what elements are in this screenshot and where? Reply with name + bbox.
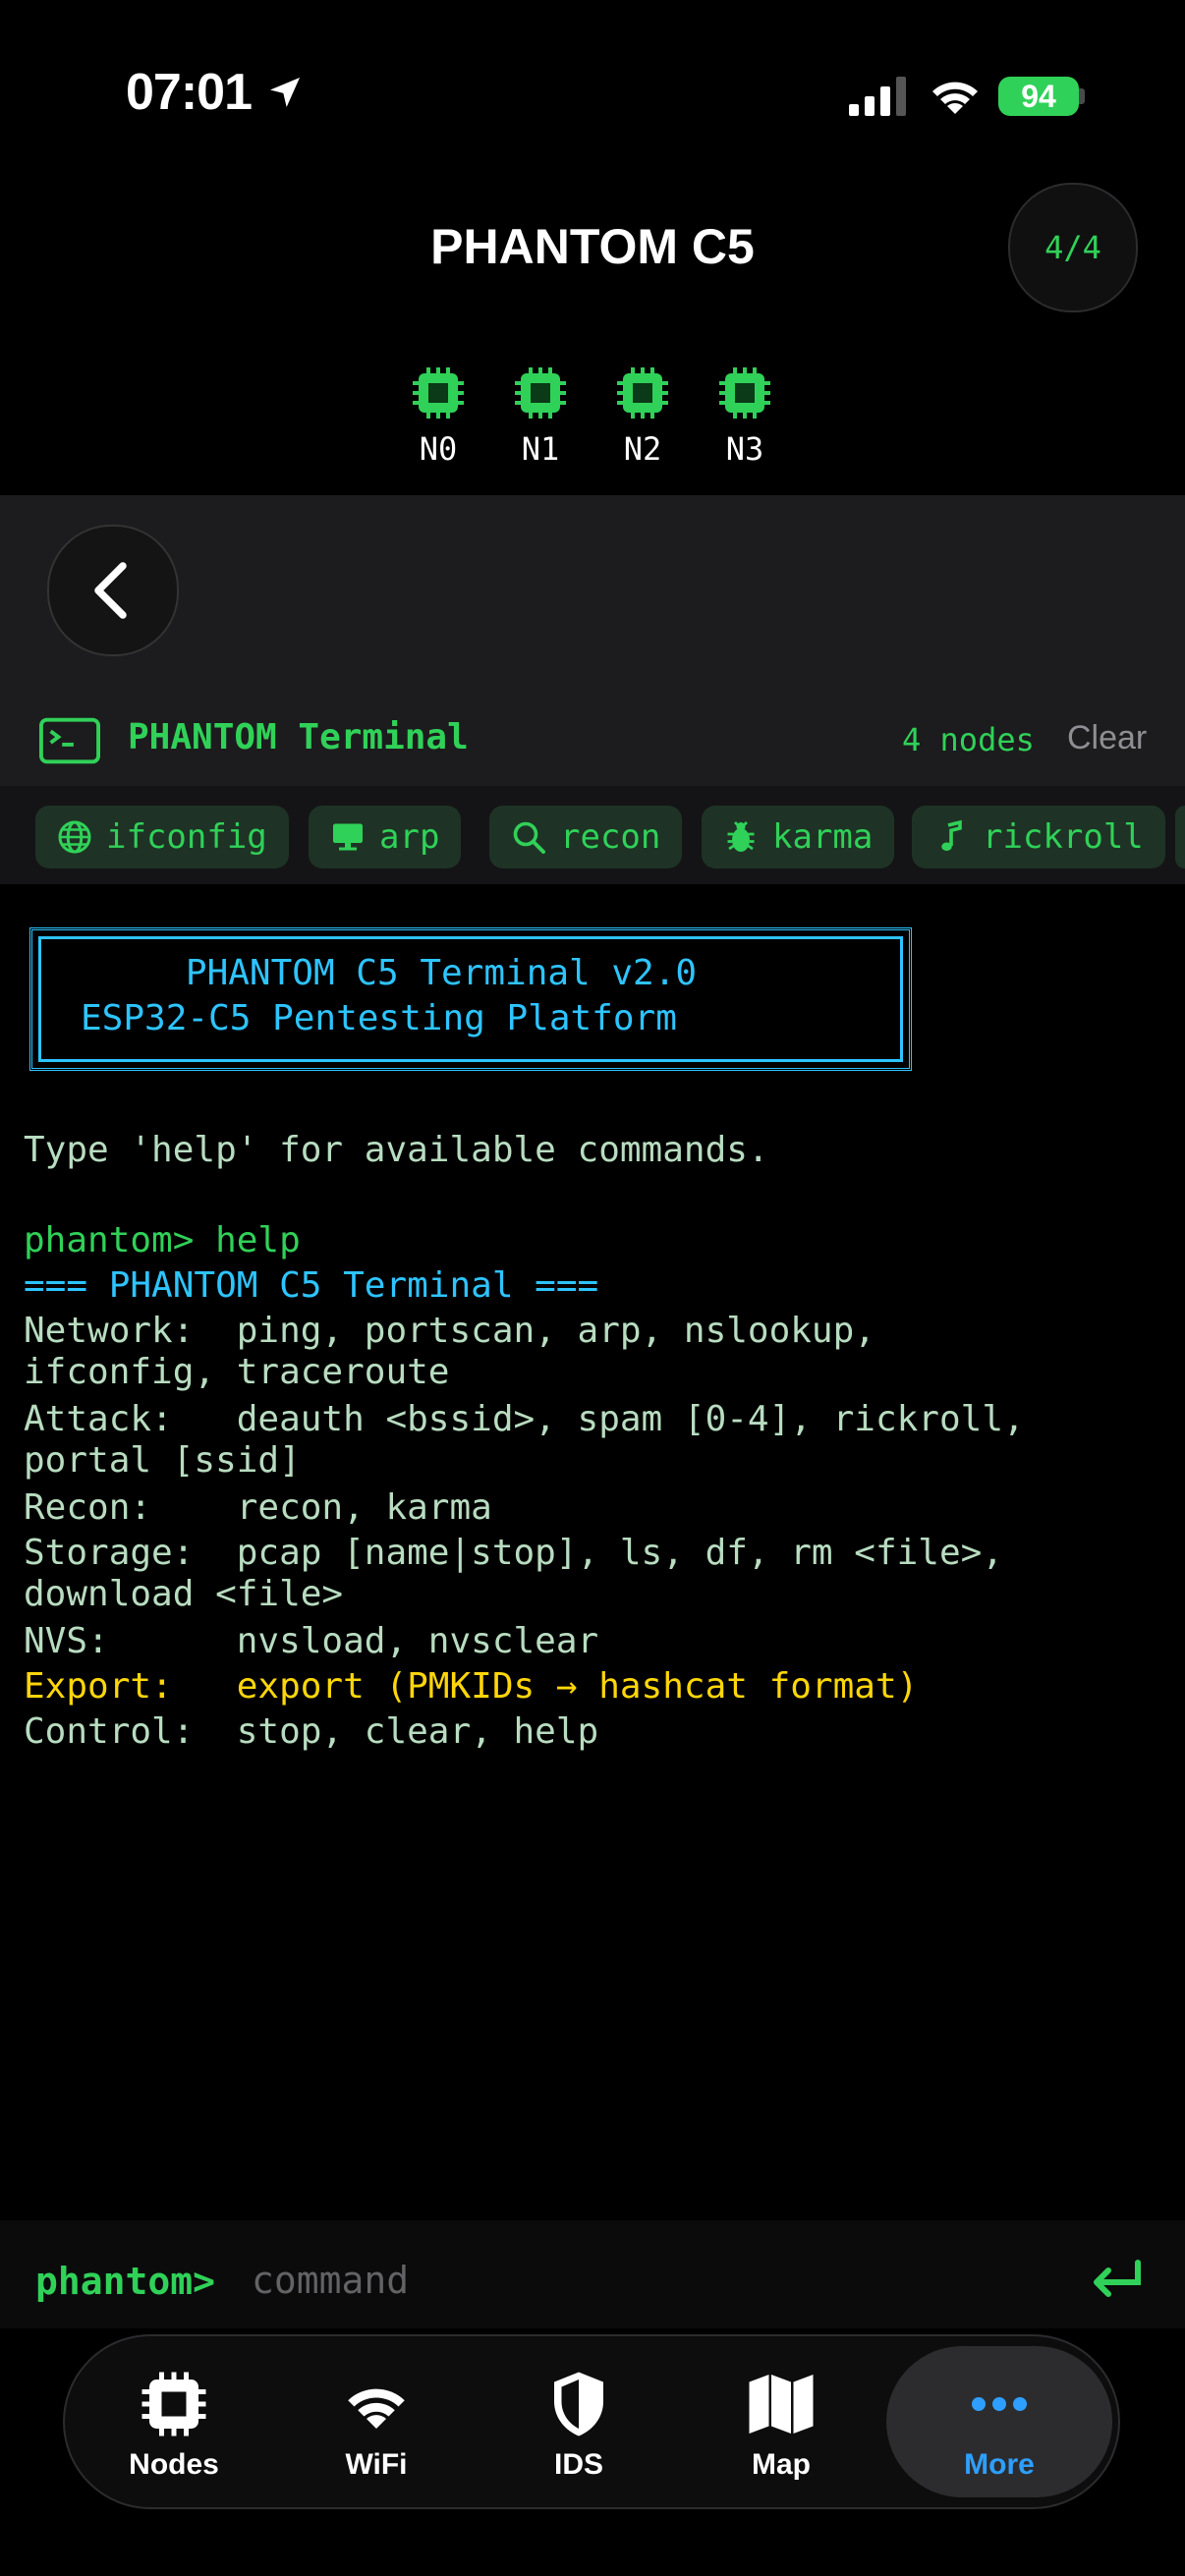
search-icon — [513, 821, 545, 854]
more-icon — [972, 2397, 1027, 2411]
command-input-bar: phantom> — [0, 2220, 1185, 2328]
status-time: 07:01 — [126, 64, 253, 121]
wifi-icon — [348, 2388, 405, 2429]
chip-more[interactable] — [1175, 806, 1185, 868]
chip-label: rickroll — [983, 817, 1144, 857]
battery-tip — [1079, 88, 1085, 104]
return-icon[interactable] — [1087, 2256, 1146, 2305]
chip-recon[interactable]: recon — [489, 806, 683, 868]
output-line: Export: export (PMKIDs → hashcat format) — [24, 1666, 919, 1707]
tab-ids[interactable]: IDS — [478, 2336, 680, 2507]
tab-nodes[interactable]: Nodes — [73, 2336, 275, 2507]
output-line: Network: ping, portscan, arp, nslookup, — [24, 1311, 875, 1351]
chip-rickroll[interactable]: rickroll — [912, 806, 1165, 868]
tab-label: Map — [752, 2448, 811, 2481]
banner-line-1: PHANTOM C5 Terminal v2.0 — [185, 953, 698, 993]
nodes-row: N0 N1 N2 N3 — [0, 365, 1185, 474]
chip-arp[interactable]: arp — [309, 806, 462, 868]
node-label: N0 — [419, 430, 458, 468]
node-n2[interactable]: N2 — [603, 365, 682, 468]
chip-label: arp — [379, 817, 440, 857]
output-line: Recon: recon, karma — [24, 1487, 492, 1528]
tab-label: IDS — [553, 2448, 603, 2481]
output-line: phantom> help — [24, 1220, 301, 1260]
map-icon — [749, 2375, 814, 2434]
node-n1[interactable]: N1 — [501, 365, 580, 468]
tab-bar: Nodes WiFi IDS Map More — [63, 2334, 1120, 2509]
chip-karma[interactable]: karma — [702, 806, 895, 868]
chip-icon — [141, 2372, 206, 2436]
node-count-badge[interactable]: 4/4 — [1008, 183, 1138, 312]
command-input[interactable] — [250, 2250, 1020, 2311]
clear-button[interactable]: Clear — [1067, 719, 1147, 757]
chip-label: ifconfig — [106, 817, 267, 857]
terminal-output: PHANTOM C5 Terminal v2.0 ESP32-C5 Pentes… — [0, 884, 1185, 2220]
command-prompt: phantom> — [35, 2260, 216, 2303]
music-note-icon — [941, 819, 962, 851]
chip-ifconfig[interactable]: ifconfig — [35, 806, 289, 868]
chip-icon — [617, 367, 668, 419]
chip-label: karma — [772, 817, 874, 857]
chip-label: recon — [560, 817, 661, 857]
battery-indicator: 94 — [998, 77, 1079, 116]
back-button[interactable] — [47, 525, 179, 656]
tab-wifi[interactable]: WiFi — [275, 2336, 478, 2507]
terminal-title: PHANTOM Terminal — [128, 717, 469, 757]
node-n0[interactable]: N0 — [399, 365, 478, 468]
tab-label: Nodes — [129, 2448, 219, 2481]
output-line: Control: stop, clear, help — [24, 1711, 599, 1752]
output-line: ifconfig, traceroute — [24, 1352, 450, 1392]
chip-icon — [413, 367, 464, 419]
monitor-icon — [333, 823, 363, 851]
tab-map[interactable]: Map — [680, 2336, 882, 2507]
node-n3[interactable]: N3 — [705, 365, 784, 468]
node-label: N3 — [725, 430, 764, 468]
terminal-header: PHANTOM Terminal 4 nodes Clear — [0, 701, 1185, 780]
node-label: N1 — [521, 430, 560, 468]
tab-label: WiFi — [345, 2448, 408, 2481]
globe-icon — [58, 820, 91, 854]
output-line: NVS: nvsload, nvsclear — [24, 1621, 599, 1661]
chip-icon — [719, 367, 770, 419]
chip-icon — [515, 367, 566, 419]
terminal-panel: PHANTOM Terminal 4 nodes Clear ifconfig … — [0, 495, 1185, 884]
output-line: download <file> — [24, 1574, 344, 1614]
node-count-text: 4/4 — [1044, 229, 1101, 266]
banner-line-2: ESP32-C5 Pentesting Platform — [81, 998, 677, 1038]
tab-more[interactable]: More — [886, 2346, 1112, 2497]
cellular-signal-icon — [849, 77, 906, 116]
shield-icon — [554, 2372, 603, 2436]
quick-commands-bar[interactable]: ifconfig arp recon karma rickroll — [0, 786, 1185, 884]
output-line: === PHANTOM C5 Terminal === — [24, 1265, 599, 1306]
output-line: Storage: pcap [name|stop], ls, df, rm <f… — [24, 1533, 1003, 1573]
connected-nodes-count: 4 nodes — [902, 721, 1035, 758]
output-line: Type 'help' for available commands. — [24, 1130, 769, 1170]
chevron-left-icon — [94, 562, 127, 619]
bug-icon — [727, 821, 755, 852]
node-label: N2 — [623, 430, 662, 468]
output-line: Attack: deauth <bssid>, spam [0-4], rick… — [24, 1399, 1025, 1439]
wifi-status-icon — [932, 82, 978, 114]
tab-label: More — [964, 2448, 1035, 2481]
location-arrow-icon — [270, 78, 300, 107]
battery-level: 94 — [1021, 78, 1056, 114]
output-line: portal [ssid] — [24, 1440, 301, 1481]
status-bar: 07:01 94 — [0, 0, 1185, 196]
terminal-icon — [39, 717, 100, 764]
